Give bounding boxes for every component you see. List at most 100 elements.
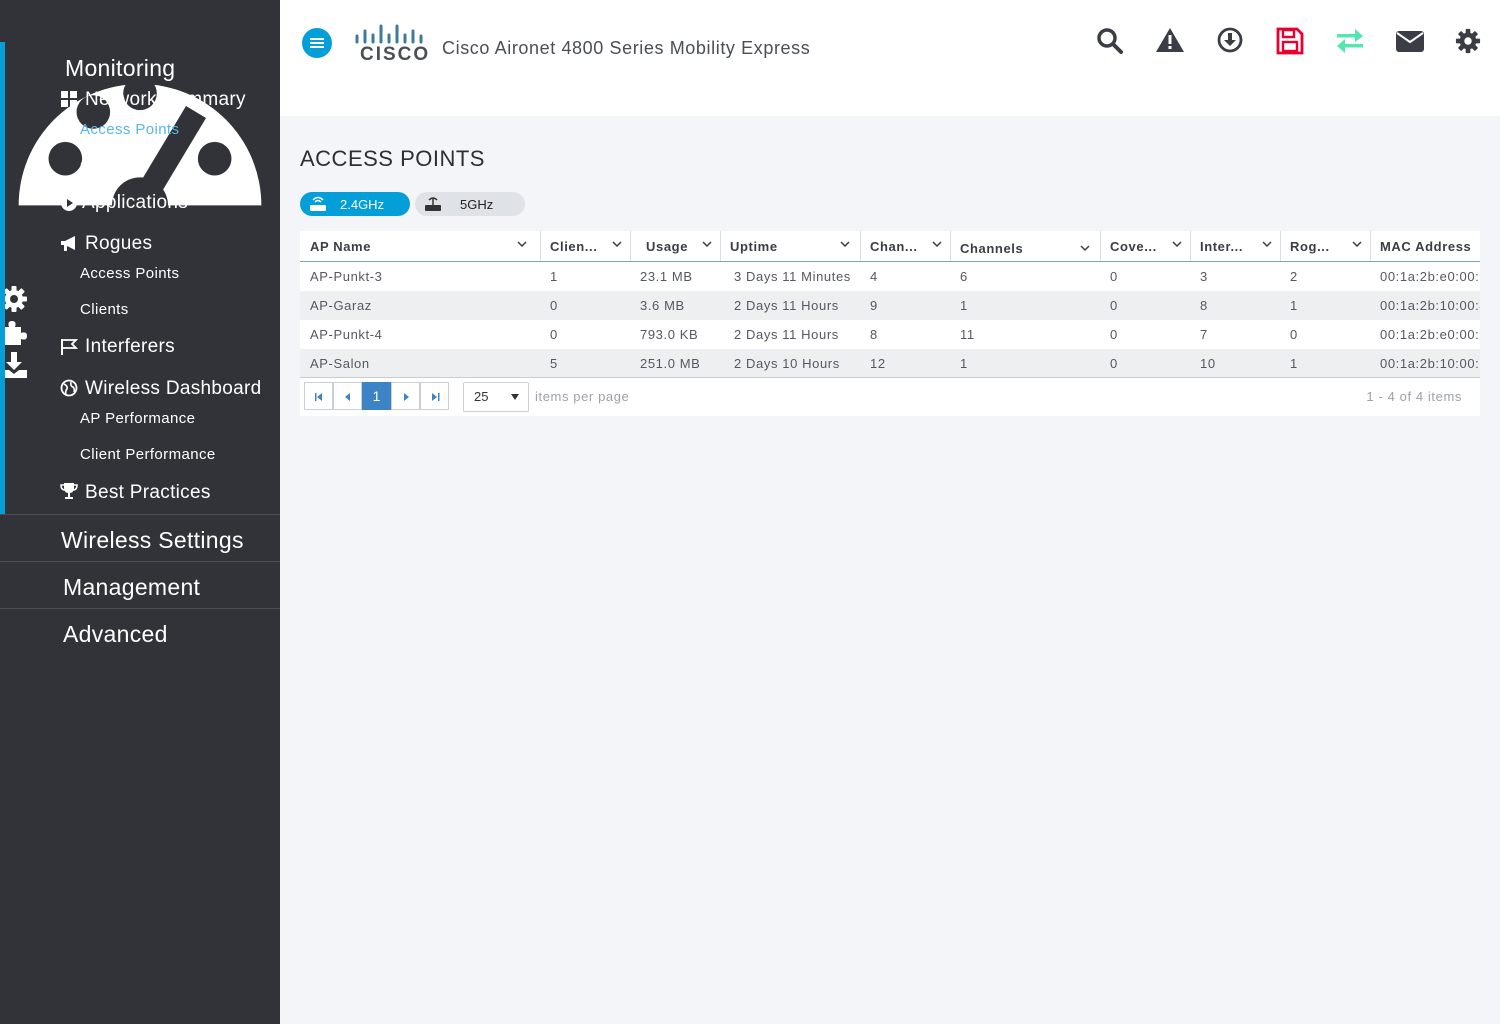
chevron-down-icon[interactable] xyxy=(840,239,850,249)
band-label: 5GHz xyxy=(460,196,494,212)
cell-uptime: 2 Days 11 Hours xyxy=(734,298,839,313)
column-header-interferers[interactable]: Inter... xyxy=(1190,231,1281,261)
cell-interferers: 3 xyxy=(1200,269,1208,284)
previous-page-icon xyxy=(345,393,350,401)
sync-icon[interactable] xyxy=(1335,26,1365,56)
cell-coverage: 0 xyxy=(1110,298,1118,313)
pager-summary: 1 - 4 of 4 items xyxy=(1366,389,1462,404)
gear-icon[interactable] xyxy=(1455,28,1481,54)
sidebar-item-label: Wireless Settings xyxy=(61,527,244,553)
items-per-page-label: items per page xyxy=(535,389,630,404)
page-1-button[interactable]: 1 xyxy=(362,382,391,410)
product-title: Cisco Aironet 4800 Series Mobility Expre… xyxy=(442,38,811,58)
sidebar-item-rogues-access-points[interactable]: Access Points xyxy=(80,265,179,282)
cell-mac-address: 00:1a:2b:e0:00:0 xyxy=(1380,327,1480,342)
first-page-button[interactable] xyxy=(304,382,333,410)
cell-usage: 793.0 KB xyxy=(640,327,699,342)
page-size-value: 25 xyxy=(474,389,489,404)
cell-mac-address: 00:1a:2b:10:00:2 xyxy=(1380,356,1480,371)
table-row[interactable]: AP-Punkt-3 1 23.1 MB 3 Days 11 Minutes 4… xyxy=(300,262,1480,291)
column-header-ap-name[interactable]: AP Name xyxy=(300,231,541,261)
cell-clients: 1 xyxy=(550,269,558,284)
table-row[interactable]: AP-Salon 5 251.0 MB 2 Days 10 Hours 12 1… xyxy=(300,349,1480,378)
tab-5ghz[interactable]: 5GHz xyxy=(415,192,525,216)
table-row[interactable]: AP-Garaz 0 3.6 MB 2 Days 11 Hours 9 1 0 … xyxy=(300,291,1480,320)
cell-channels: 1 xyxy=(960,356,968,371)
cell-rogues: 2 xyxy=(1290,269,1298,284)
sidebar-divider xyxy=(0,514,280,515)
chevron-down-icon[interactable] xyxy=(1352,239,1362,249)
column-header-clients[interactable]: Clien... xyxy=(540,231,631,261)
mail-icon[interactable] xyxy=(1395,26,1425,56)
chevron-down-icon[interactable] xyxy=(1080,243,1090,253)
warning-icon[interactable] xyxy=(1155,26,1185,56)
sidebar-item-label: Best Practices xyxy=(85,482,211,503)
search-icon[interactable] xyxy=(1095,26,1125,56)
cell-clients: 0 xyxy=(550,327,558,342)
column-header-channels[interactable]: Channels xyxy=(950,231,1101,261)
chevron-down-icon[interactable] xyxy=(702,239,712,249)
access-points-grid: AP Name Clien... Usage Uptime Chan... Ch… xyxy=(300,231,1480,416)
column-header-mac-address[interactable]: MAC Address xyxy=(1370,231,1480,261)
access-point-icon xyxy=(310,196,326,211)
cell-channel: 12 xyxy=(870,356,886,371)
chevron-down-icon[interactable] xyxy=(932,239,942,249)
globe-icon xyxy=(60,379,78,397)
grid-header-row: AP Name Clien... Usage Uptime Chan... Ch… xyxy=(300,231,1480,262)
flag-icon xyxy=(61,339,78,355)
chevron-down-icon[interactable] xyxy=(1262,239,1272,249)
cell-channels: 1 xyxy=(960,298,968,313)
cell-mac-address: 00:1a:2b:e0:00:00 xyxy=(1380,269,1480,284)
sidebar-item-ap-performance[interactable]: AP Performance xyxy=(80,410,195,427)
chevron-down-icon[interactable] xyxy=(517,239,527,249)
next-page-icon xyxy=(404,393,409,401)
bullhorn-icon xyxy=(61,236,75,251)
download-circle-icon[interactable] xyxy=(1215,26,1245,56)
sidebar-item-label: Management xyxy=(63,574,201,600)
play-circle-icon xyxy=(61,195,77,211)
sidebar-item-label: Rogues xyxy=(85,233,153,254)
chevron-down-icon[interactable] xyxy=(1172,239,1182,249)
cell-uptime: 2 Days 10 Hours xyxy=(734,356,840,371)
tab-2-4ghz[interactable]: 2.4GHz xyxy=(300,192,410,216)
chevron-down-icon[interactable] xyxy=(612,239,622,249)
column-header-channel[interactable]: Chan... xyxy=(860,231,951,261)
cell-usage: 3.6 MB xyxy=(640,298,685,313)
cell-channel: 8 xyxy=(870,327,878,342)
cell-mac-address: 00:1a:2b:10:00:4 xyxy=(1380,298,1480,313)
sidebar-item-label: Monitoring xyxy=(65,55,176,81)
table-row[interactable]: AP-Punkt-4 0 793.0 KB 2 Days 11 Hours 8 … xyxy=(300,320,1480,349)
column-header-coverage[interactable]: Cove... xyxy=(1100,231,1191,261)
sidebar-item-client-performance[interactable]: Client Performance xyxy=(80,446,216,463)
column-header-usage[interactable]: Usage xyxy=(630,231,721,261)
sidebar-item-ns-clients[interactable]: Clients xyxy=(80,157,129,174)
first-page-icon xyxy=(315,393,322,401)
menu-toggle-button[interactable] xyxy=(302,28,332,58)
save-icon[interactable] xyxy=(1275,26,1305,56)
previous-page-button[interactable] xyxy=(333,382,362,410)
top-header: CISCO Cisco Aironet 4800 Series Mobility… xyxy=(280,0,1500,116)
next-page-button[interactable] xyxy=(391,382,420,410)
cell-uptime: 3 Days 11 Minutes xyxy=(734,269,851,284)
cell-usage: 23.1 MB xyxy=(640,269,693,284)
cell-channel: 4 xyxy=(870,269,878,284)
last-page-icon xyxy=(432,393,440,401)
column-header-rogues[interactable]: Rog... xyxy=(1280,231,1371,261)
sidebar-item-wireless-settings[interactable]: Wireless Settings xyxy=(0,285,280,553)
cell-clients: 0 xyxy=(550,298,558,313)
cisco-logo-bars-icon xyxy=(355,24,423,44)
cell-ap-name: AP-Punkt-4 xyxy=(310,327,383,342)
page-title: ACCESS POINTS xyxy=(300,146,485,171)
sidebar-item-rogues-clients[interactable]: Clients xyxy=(80,301,129,318)
sidebar: Monitoring Network Summary Access Points… xyxy=(0,0,280,1024)
cell-clients: 5 xyxy=(550,356,558,371)
last-page-button[interactable] xyxy=(420,382,449,410)
cell-usage: 251.0 MB xyxy=(640,356,701,371)
sidebar-item-ns-access-points[interactable]: Access Points xyxy=(80,121,179,138)
cell-interferers: 7 xyxy=(1200,327,1208,342)
page-size-select[interactable]: 25 xyxy=(463,382,529,412)
cell-rogues: 0 xyxy=(1290,327,1298,342)
column-header-uptime[interactable]: Uptime xyxy=(720,231,861,261)
grid-icon xyxy=(61,91,77,107)
dropdown-arrow-icon xyxy=(511,394,519,400)
